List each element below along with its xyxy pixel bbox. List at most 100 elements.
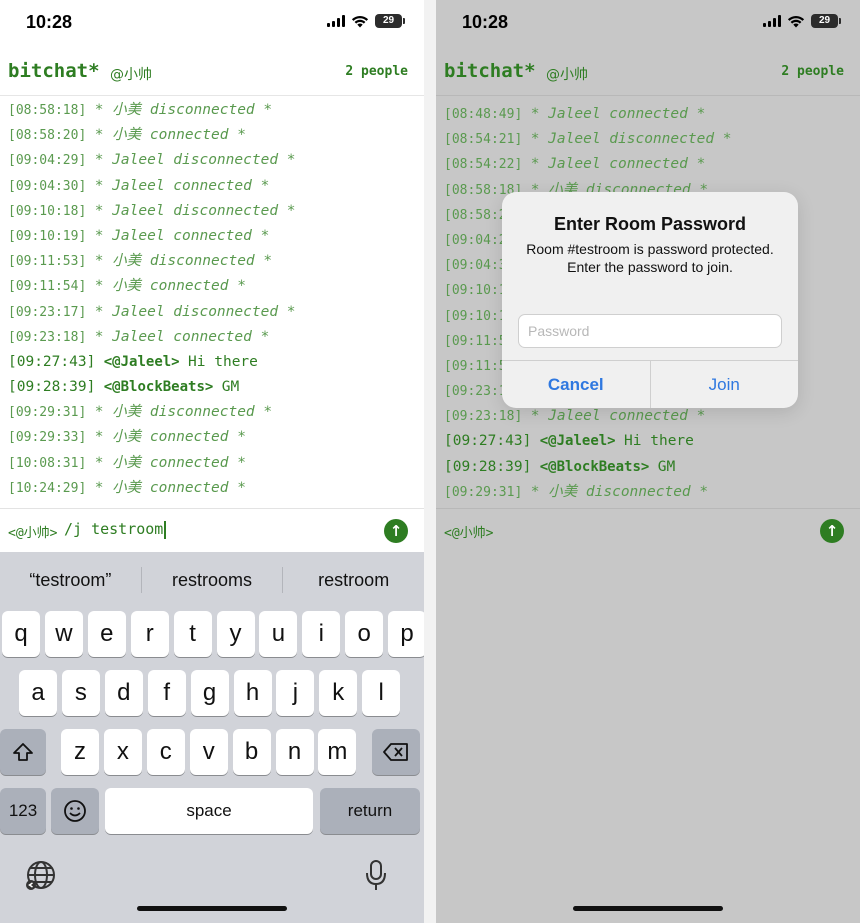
battery-icon: 29 bbox=[811, 14, 841, 28]
system-message[interactable]: [10:24:29] * 小美 connected * bbox=[0, 476, 424, 501]
join-button[interactable]: Join bbox=[651, 361, 799, 408]
message-body: Hi there bbox=[188, 353, 258, 370]
space-key[interactable]: space bbox=[105, 788, 313, 834]
message-timestamp: [08:58:18] bbox=[8, 103, 87, 118]
suggestion-1[interactable]: “testroom” bbox=[0, 570, 141, 591]
send-button[interactable]: ↑ bbox=[384, 519, 408, 543]
system-message[interactable]: [09:29:31] * 小美 disconnected * bbox=[0, 400, 424, 425]
message-text: * 小美 disconnected * bbox=[530, 483, 709, 500]
system-message[interactable]: [09:29:33] * 小美 connected * bbox=[0, 425, 424, 450]
system-message[interactable]: [08:54:21] * Jaleel disconnected * bbox=[436, 127, 860, 152]
message-timestamp: [09:11:53] bbox=[8, 254, 87, 270]
key-o[interactable]: o bbox=[345, 611, 384, 657]
password-input[interactable] bbox=[518, 314, 782, 348]
message-sender[interactable]: <@BlockBeats> bbox=[104, 379, 214, 395]
message-timestamp: [09:29:31] bbox=[8, 405, 87, 421]
key-n[interactable]: n bbox=[275, 729, 314, 775]
message-text: * Jaleel connected * bbox=[94, 227, 270, 244]
key-g[interactable]: g bbox=[190, 670, 229, 716]
nickname[interactable]: @小帅 bbox=[546, 64, 588, 84]
message-sender[interactable]: <@BlockBeats> bbox=[540, 459, 650, 475]
system-message[interactable]: [09:04:29] * Jaleel disconnected * bbox=[0, 148, 424, 173]
chat-message[interactable]: [09:27:43] <@Jaleel> Hi there bbox=[0, 350, 424, 375]
microphone-icon[interactable] bbox=[362, 858, 390, 899]
key-x[interactable]: x bbox=[103, 729, 142, 775]
message-timestamp: [09:11:54] bbox=[8, 279, 87, 295]
suggestion-2[interactable]: restrooms bbox=[142, 570, 283, 591]
people-count[interactable]: 2 people bbox=[345, 64, 408, 79]
dialog-title: Enter Room Password bbox=[553, 214, 747, 234]
numbers-key[interactable]: 123 bbox=[0, 788, 46, 834]
suggestion-3[interactable]: restroom bbox=[283, 570, 424, 591]
key-q[interactable]: q bbox=[2, 611, 40, 657]
signal-icon bbox=[763, 15, 781, 27]
message-sender[interactable]: <@Jaleel> bbox=[540, 433, 616, 449]
key-k[interactable]: k bbox=[319, 670, 358, 716]
status-icons: 29 bbox=[327, 14, 405, 28]
system-message[interactable]: [09:04:30] * Jaleel connected * bbox=[0, 174, 424, 199]
key-j[interactable]: j bbox=[276, 670, 315, 716]
key-i[interactable]: i bbox=[302, 611, 341, 657]
message-text: * Jaleel connected * bbox=[530, 156, 706, 173]
signal-icon bbox=[327, 15, 345, 27]
key-s[interactable]: s bbox=[61, 670, 100, 716]
key-r[interactable]: r bbox=[130, 611, 169, 657]
key-h[interactable]: h bbox=[233, 670, 272, 716]
delete-key[interactable] bbox=[372, 729, 420, 775]
nickname[interactable]: @小帅 bbox=[110, 64, 152, 84]
key-a[interactable]: a bbox=[19, 670, 57, 716]
system-message[interactable]: [09:23:18] * Jaleel connected * bbox=[436, 404, 860, 429]
people-count[interactable]: 2 people bbox=[781, 64, 844, 79]
system-message[interactable]: [09:23:18] * Jaleel connected * bbox=[0, 325, 424, 350]
system-message[interactable]: [09:10:18] * Jaleel disconnected * bbox=[0, 199, 424, 224]
message-sender[interactable]: <@Jaleel> bbox=[104, 354, 180, 370]
message-list[interactable]: [08:58:18] * 小美 disconnected * [08:58:20]… bbox=[0, 98, 424, 502]
message-text: * Jaleel disconnected * bbox=[94, 152, 296, 169]
chat-message[interactable]: [09:28:39] <@BlockBeats> GM bbox=[0, 375, 424, 400]
key-f[interactable]: f bbox=[147, 670, 186, 716]
system-message[interactable]: [09:11:54] * 小美 connected * bbox=[0, 274, 424, 299]
key-d[interactable]: d bbox=[104, 670, 143, 716]
message-body: Hi there bbox=[624, 433, 694, 450]
system-message[interactable]: [10:08:31] * 小美 connected * bbox=[0, 451, 424, 476]
home-indicator[interactable] bbox=[573, 906, 723, 911]
emoji-key[interactable] bbox=[51, 788, 99, 834]
system-message[interactable]: [08:58:18] * 小美 disconnected * bbox=[0, 98, 424, 123]
system-message[interactable]: [09:10:19] * Jaleel connected * bbox=[0, 224, 424, 249]
message-input[interactable]: /j testroom bbox=[64, 520, 167, 539]
message-text: * 小美 disconnected * bbox=[94, 253, 273, 270]
key-u[interactable]: u bbox=[259, 611, 298, 657]
system-message[interactable]: [08:58:20] * 小美 connected * bbox=[0, 123, 424, 148]
key-l[interactable]: l bbox=[362, 670, 401, 716]
home-indicator[interactable] bbox=[137, 906, 287, 911]
key-m[interactable]: m bbox=[318, 729, 357, 775]
system-message[interactable]: [09:23:17] * Jaleel disconnected * bbox=[0, 300, 424, 325]
message-timestamp: [09:23:18] bbox=[444, 409, 523, 425]
arrow-up-icon: ↑ bbox=[825, 522, 839, 540]
cancel-button[interactable]: Cancel bbox=[502, 361, 650, 408]
chat-message[interactable]: [09:28:39] <@BlockBeats> GM bbox=[436, 455, 860, 480]
send-button[interactable]: ↑ bbox=[820, 519, 844, 543]
key-z[interactable]: z bbox=[61, 729, 99, 775]
key-v[interactable]: v bbox=[189, 729, 228, 775]
key-c[interactable]: c bbox=[146, 729, 185, 775]
key-y[interactable]: y bbox=[216, 611, 255, 657]
return-key[interactable]: return bbox=[320, 788, 420, 834]
chat-message[interactable]: [09:27:43] <@Jaleel> Hi there bbox=[436, 429, 860, 454]
key-e[interactable]: e bbox=[87, 611, 126, 657]
key-b[interactable]: b bbox=[232, 729, 271, 775]
message-text: * Jaleel connected * bbox=[94, 177, 270, 194]
key-p[interactable]: p bbox=[388, 611, 424, 657]
app-brand[interactable]: bitchat* bbox=[8, 60, 100, 82]
app-brand[interactable]: bitchat* bbox=[444, 60, 536, 82]
system-message[interactable]: [09:29:31] * 小美 disconnected * bbox=[436, 480, 860, 505]
key-t[interactable]: t bbox=[173, 611, 212, 657]
ios-keyboard: “testroom” restrooms restroom qwertyuiop… bbox=[0, 552, 424, 923]
system-message[interactable]: [08:48:49] * Jaleel connected * bbox=[436, 102, 860, 127]
globe-icon[interactable] bbox=[24, 858, 58, 899]
system-message[interactable]: [09:11:53] * 小美 disconnected * bbox=[0, 249, 424, 274]
status-bar: 10:28 29 bbox=[0, 0, 424, 48]
system-message[interactable]: [08:54:22] * Jaleel connected * bbox=[436, 152, 860, 177]
key-w[interactable]: w bbox=[44, 611, 83, 657]
shift-key[interactable] bbox=[0, 729, 46, 775]
